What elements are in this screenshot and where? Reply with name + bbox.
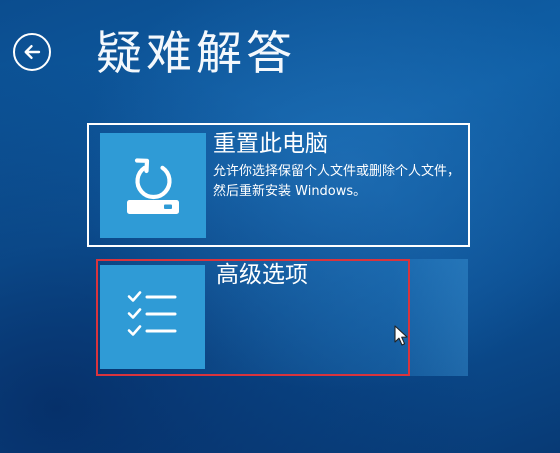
reset-pc-option[interactable]: 重置此电脑 允许你选择保留个人文件或删除个人文件，然后重新安装 Windows。: [87, 123, 470, 247]
advanced-options-option[interactable]: 高级选项: [96, 259, 468, 376]
back-arrow-icon: [24, 45, 41, 59]
reset-pc-description: 允许你选择保留个人文件或删除个人文件，然后重新安装 Windows。: [213, 164, 461, 199]
advanced-options-title: 高级选项: [216, 262, 308, 288]
page-title: 疑难解答: [96, 26, 296, 80]
checklist-icon: [127, 291, 176, 336]
reset-pc-tile: [100, 133, 206, 238]
reset-pc-title: 重置此电脑: [213, 131, 328, 157]
back-button[interactable]: [13, 33, 51, 71]
reset-icon: [127, 157, 179, 214]
advanced-options-tile: [100, 265, 205, 369]
